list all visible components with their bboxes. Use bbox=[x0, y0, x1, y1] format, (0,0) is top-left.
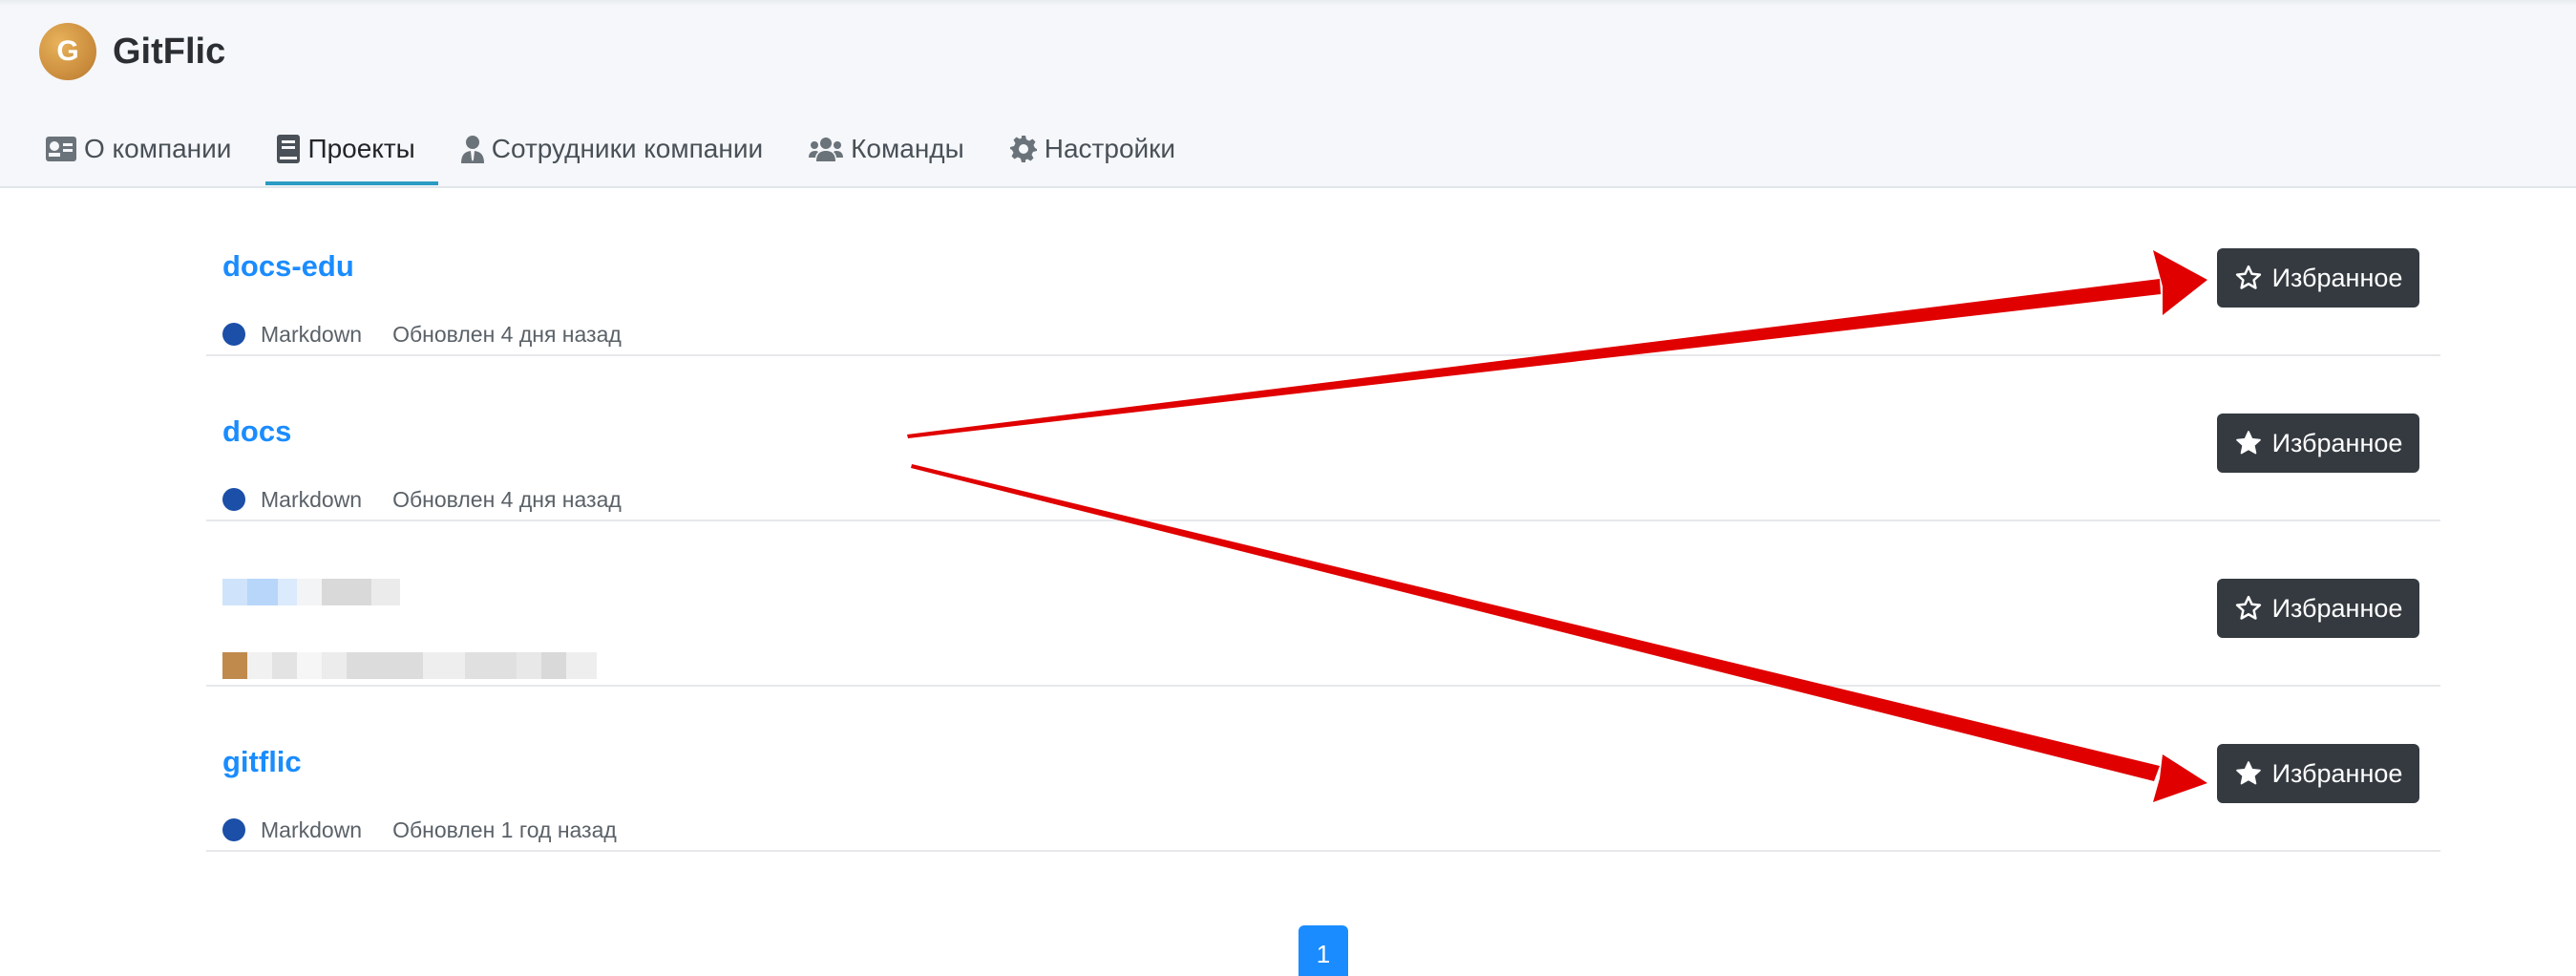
project-updated: Обновлен 4 дня назад bbox=[392, 486, 622, 512]
gear-icon bbox=[1009, 136, 1037, 162]
favorite-label: Избранное bbox=[2271, 593, 2403, 623]
redacted-project-meta bbox=[222, 652, 597, 679]
tab-label: Сотрудники компании bbox=[491, 134, 764, 163]
users-icon bbox=[809, 137, 844, 161]
user-tie-icon bbox=[460, 135, 484, 163]
tab-company-employees[interactable]: Сотрудники компании bbox=[438, 124, 786, 174]
logo-letter: G bbox=[56, 35, 79, 67]
favorite-button[interactable]: Избранное bbox=[2217, 579, 2419, 638]
star-filled-icon bbox=[2234, 759, 2263, 788]
project-language: Markdown bbox=[261, 817, 363, 842]
book-icon bbox=[277, 135, 301, 163]
header-shadow bbox=[0, 0, 2576, 6]
project-updated: Обновлен 1 год назад bbox=[392, 817, 617, 842]
company-tabs: О компании Проекты Сотрудники компании К… bbox=[46, 124, 1198, 187]
redacted-project-name bbox=[222, 579, 400, 605]
tab-teams[interactable]: Команды bbox=[786, 124, 987, 174]
pagination-page-current[interactable]: 1 bbox=[1299, 925, 1348, 976]
project-meta: Markdown Обновлен 4 дня назад bbox=[222, 485, 622, 514]
tab-projects[interactable]: Проекты bbox=[254, 124, 439, 185]
project-name-link[interactable]: docs-edu bbox=[222, 248, 354, 285]
tab-label: Настройки bbox=[1044, 134, 1176, 163]
brand-name[interactable]: GitFlic bbox=[113, 29, 225, 74]
tab-about-company[interactable]: О компании bbox=[46, 124, 254, 174]
language-color-dot bbox=[222, 818, 245, 841]
favorite-label: Избранное bbox=[2271, 428, 2403, 457]
project-row: docs-edu Markdown Обновлен 4 дня назад И… bbox=[206, 191, 2440, 356]
favorite-button[interactable]: Избранное bbox=[2217, 414, 2419, 473]
top-header: G GitFlic О компании Проекты Сотрудники … bbox=[0, 0, 2576, 188]
language-color-dot bbox=[222, 323, 245, 346]
gitflic-logo[interactable]: G bbox=[39, 23, 96, 80]
favorite-label: Избранное bbox=[2271, 758, 2403, 788]
language-color-dot bbox=[222, 488, 245, 511]
project-meta: Markdown Обновлен 1 год назад bbox=[222, 816, 617, 844]
project-row-redacted: Избранное bbox=[206, 521, 2440, 687]
favorite-button[interactable]: Избранное bbox=[2217, 248, 2419, 308]
tab-label: О компании bbox=[84, 134, 232, 163]
star-outline-icon bbox=[2234, 594, 2263, 623]
project-name-link[interactable]: docs bbox=[222, 414, 291, 450]
project-language: Markdown bbox=[261, 486, 363, 512]
star-filled-icon bbox=[2234, 429, 2263, 457]
project-meta: Markdown Обновлен 4 дня назад bbox=[222, 320, 622, 349]
project-name-link[interactable]: gitflic bbox=[222, 744, 302, 780]
project-row: docs Markdown Обновлен 4 дня назад Избра… bbox=[206, 356, 2440, 521]
star-outline-icon bbox=[2234, 264, 2263, 292]
project-list: docs-edu Markdown Обновлен 4 дня назад И… bbox=[206, 191, 2440, 852]
tab-settings[interactable]: Настройки bbox=[987, 124, 1198, 174]
tab-label: Проекты bbox=[307, 134, 415, 163]
project-row: gitflic Markdown Обновлен 1 год назад Из… bbox=[206, 687, 2440, 852]
tab-label: Команды bbox=[851, 134, 964, 163]
id-card-icon bbox=[46, 137, 76, 161]
favorite-label: Избранное bbox=[2271, 263, 2403, 292]
project-language: Markdown bbox=[261, 321, 363, 347]
favorite-button[interactable]: Избранное bbox=[2217, 744, 2419, 803]
project-updated: Обновлен 4 дня назад bbox=[392, 321, 622, 347]
